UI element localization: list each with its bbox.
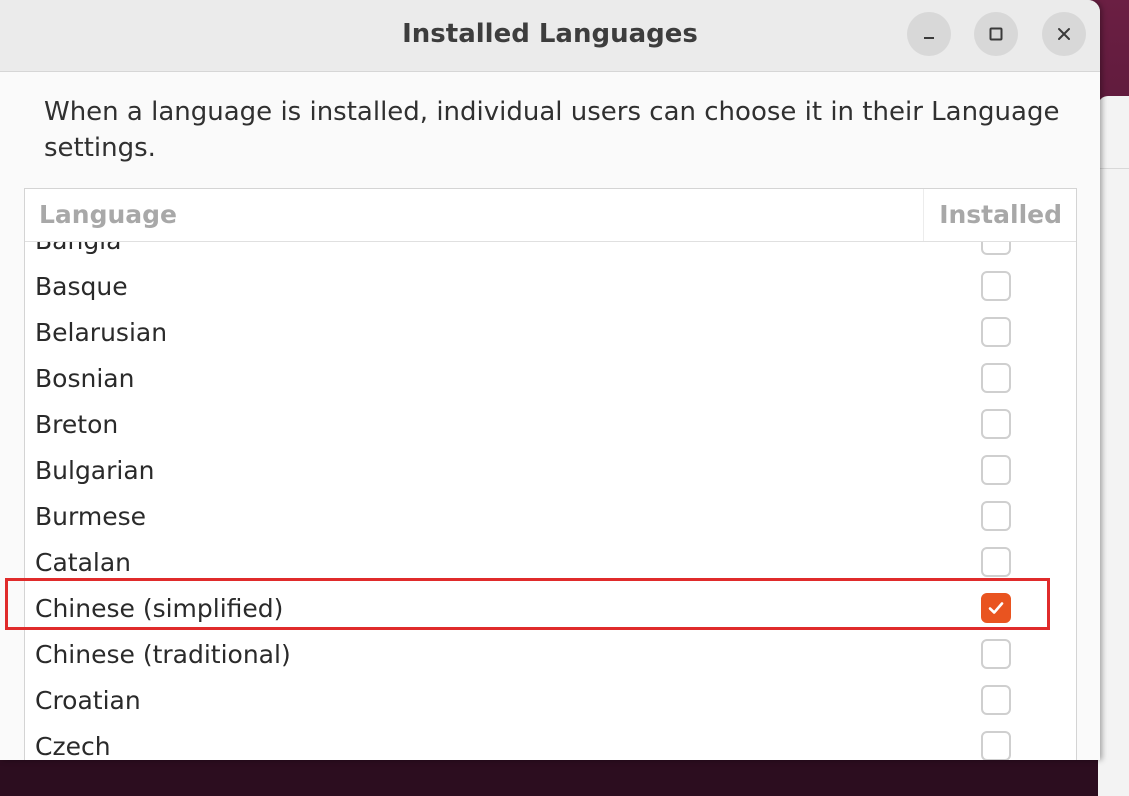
column-header-language[interactable]: Language bbox=[39, 189, 177, 241]
installed-checkbox[interactable] bbox=[981, 547, 1011, 577]
language-name: Basque bbox=[35, 272, 128, 301]
installed-checkbox[interactable] bbox=[981, 593, 1011, 623]
installed-languages-dialog: Installed Languages When a language is i… bbox=[0, 0, 1100, 760]
list-row[interactable]: Chinese (traditional) bbox=[25, 632, 1076, 678]
maximize-icon bbox=[988, 26, 1004, 42]
list-row[interactable]: Czech bbox=[25, 724, 1076, 760]
column-header-installed[interactable]: Installed bbox=[939, 189, 1062, 241]
list-row[interactable]: Burmese bbox=[25, 494, 1076, 540]
installed-checkbox[interactable] bbox=[981, 639, 1011, 669]
list-row[interactable]: Bosnian bbox=[25, 356, 1076, 402]
column-divider bbox=[923, 189, 924, 241]
list-row[interactable]: Belarusian bbox=[25, 310, 1076, 356]
installed-checkbox[interactable] bbox=[981, 731, 1011, 760]
installed-checkbox[interactable] bbox=[981, 455, 1011, 485]
list-row[interactable]: Croatian bbox=[25, 678, 1076, 724]
installed-checkbox[interactable] bbox=[981, 271, 1011, 301]
list-header: Language Installed bbox=[25, 189, 1076, 242]
installed-checkbox[interactable] bbox=[981, 363, 1011, 393]
list-row[interactable]: Catalan bbox=[25, 540, 1076, 586]
language-name: Czech bbox=[35, 732, 111, 760]
installed-checkbox[interactable] bbox=[981, 409, 1011, 439]
language-name: Belarusian bbox=[35, 318, 168, 347]
title-bar[interactable]: Installed Languages bbox=[0, 0, 1100, 72]
list-row[interactable]: Chinese (simplified) bbox=[25, 586, 1076, 632]
language-name: Chinese (traditional) bbox=[35, 640, 291, 669]
list-row[interactable]: Basque bbox=[25, 264, 1076, 310]
installed-checkbox[interactable] bbox=[981, 317, 1011, 347]
language-name: Bosnian bbox=[35, 364, 135, 393]
language-list[interactable]: Language Installed BanglaBasqueBelarusia… bbox=[24, 188, 1077, 760]
background-window[interactable] bbox=[1098, 96, 1129, 796]
installed-checkbox[interactable] bbox=[981, 501, 1011, 531]
language-name: Bulgarian bbox=[35, 456, 155, 485]
installed-checkbox[interactable] bbox=[981, 685, 1011, 715]
language-name: Chinese (simplified) bbox=[35, 594, 284, 623]
list-row[interactable]: Bulgarian bbox=[25, 448, 1076, 494]
dialog-description: When a language is installed, individual… bbox=[44, 97, 1060, 163]
checkmark-icon bbox=[988, 602, 1004, 614]
language-name: Croatian bbox=[35, 686, 141, 715]
maximize-button[interactable] bbox=[974, 12, 1018, 56]
language-name: Catalan bbox=[35, 548, 132, 577]
close-icon bbox=[1056, 26, 1072, 42]
close-button[interactable] bbox=[1042, 12, 1086, 56]
list-row[interactable]: Breton bbox=[25, 402, 1076, 448]
minimize-icon bbox=[921, 26, 937, 42]
language-name: Breton bbox=[35, 410, 119, 439]
language-name: Burmese bbox=[35, 502, 146, 531]
minimize-button[interactable] bbox=[907, 12, 951, 56]
